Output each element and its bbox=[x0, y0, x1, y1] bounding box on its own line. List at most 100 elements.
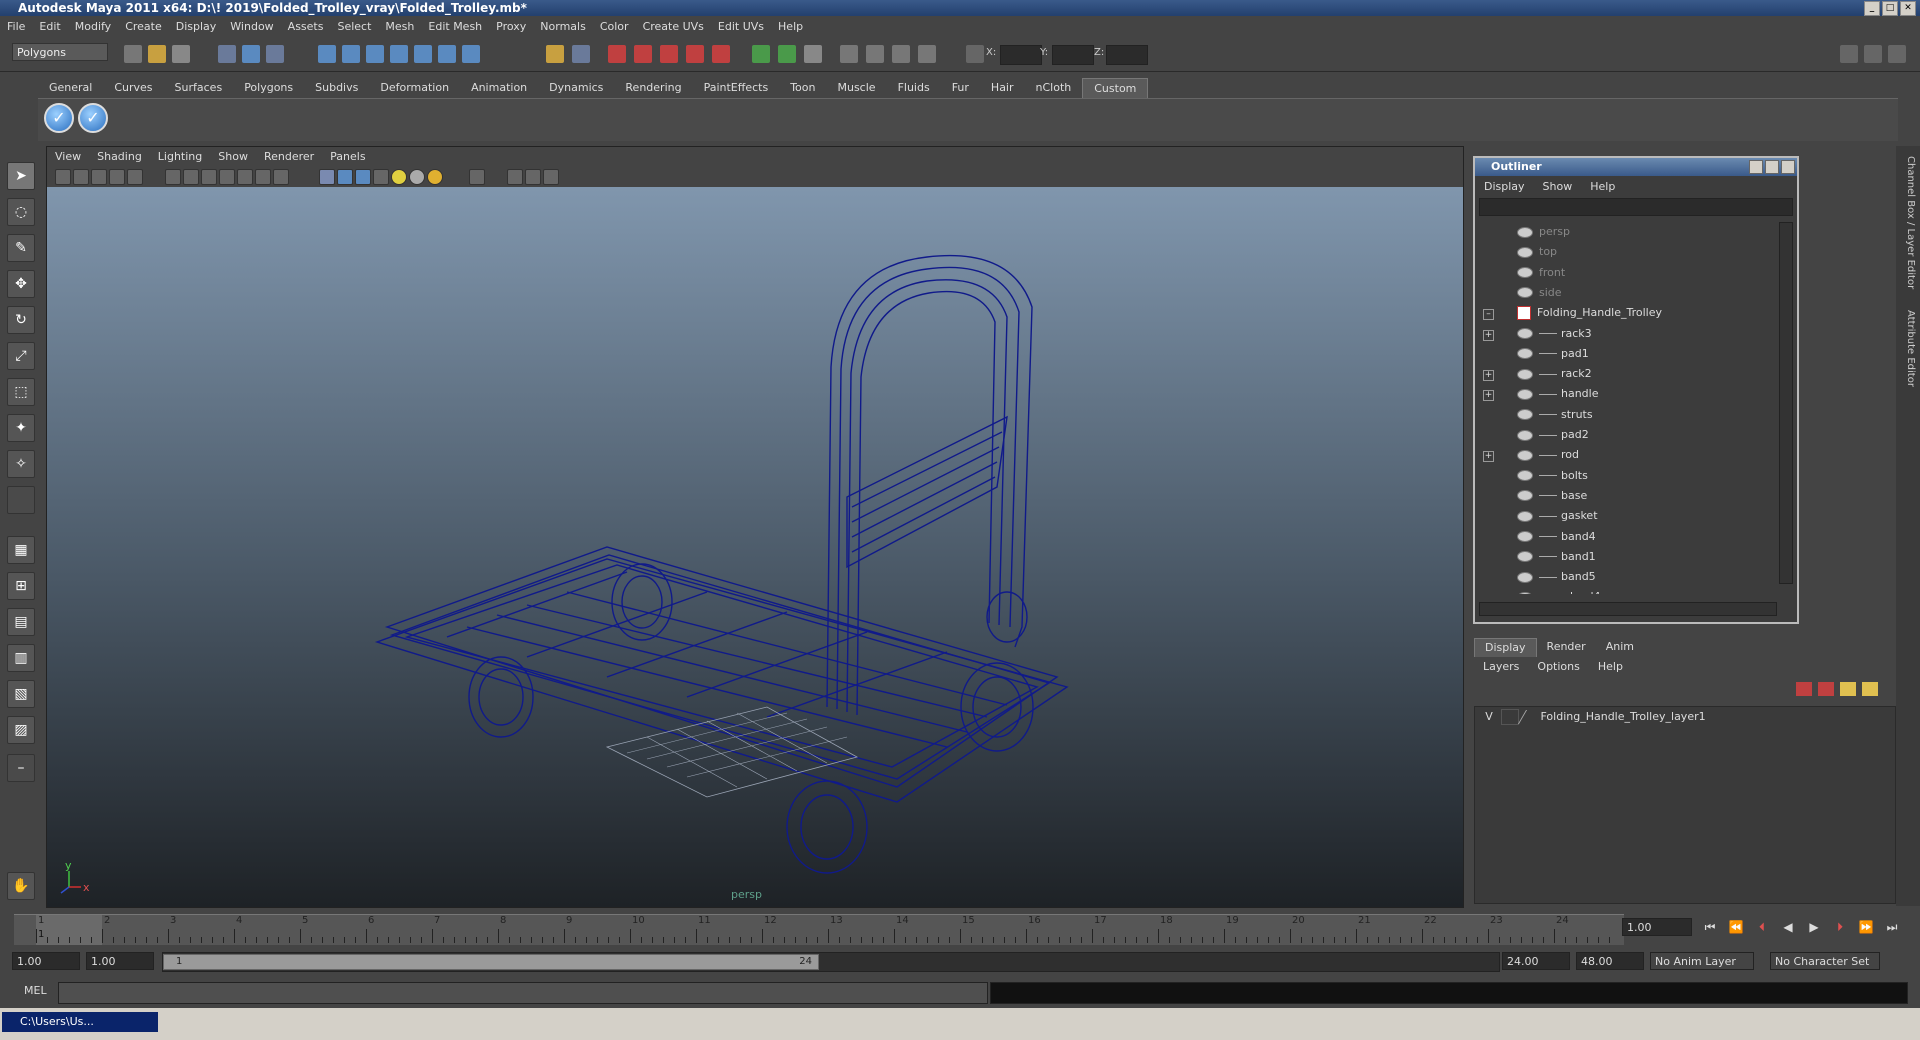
paint-brush-icon[interactable]: ✋ bbox=[7, 872, 35, 900]
z-field[interactable] bbox=[1106, 45, 1148, 65]
maximize-button[interactable]: □ bbox=[1882, 1, 1898, 16]
shelf-tab-custom[interactable]: Custom bbox=[1082, 78, 1149, 98]
dope-sheet-icon[interactable] bbox=[866, 45, 884, 63]
field-chart-icon[interactable] bbox=[219, 169, 235, 185]
play-backward-icon[interactable]: ◀ bbox=[1778, 918, 1798, 936]
hypergraph-icon[interactable] bbox=[892, 45, 910, 63]
shelf-tab-dynamics[interactable]: Dynamics bbox=[538, 78, 614, 98]
outliner-filter-input[interactable] bbox=[1479, 198, 1793, 216]
graph-editor-icon[interactable] bbox=[840, 45, 858, 63]
tab-render-layers[interactable]: Render bbox=[1537, 638, 1596, 657]
collapse-toggle[interactable]: – bbox=[1483, 309, 1494, 321]
xray-joints-icon[interactable] bbox=[525, 169, 541, 185]
shelf-tab-ncloth[interactable]: nCloth bbox=[1025, 78, 1083, 98]
layout-outliner-icon[interactable] bbox=[804, 45, 822, 63]
outliner-item-bolts[interactable]: bolts bbox=[1517, 466, 1588, 486]
outliner-close-button[interactable] bbox=[1781, 160, 1795, 174]
render-settings-icon[interactable] bbox=[660, 45, 678, 63]
scale-tool-icon[interactable]: ⤢ bbox=[7, 342, 35, 370]
outliner-item-band5[interactable]: band5 bbox=[1517, 567, 1596, 587]
menu-help[interactable]: Help bbox=[771, 20, 810, 33]
shelf-tab-surfaces[interactable]: Surfaces bbox=[164, 78, 234, 98]
safe-action-icon[interactable] bbox=[237, 169, 253, 185]
shelf-tab-animation[interactable]: Animation bbox=[460, 78, 538, 98]
select-component-icon[interactable] bbox=[266, 45, 284, 63]
gate-mask-icon[interactable] bbox=[201, 169, 217, 185]
custom-shelf-check-icon[interactable]: ✓ bbox=[44, 103, 74, 133]
outliner-item-struts[interactable]: struts bbox=[1517, 405, 1593, 425]
lock-icon[interactable] bbox=[546, 45, 564, 63]
menu-edit-mesh[interactable]: Edit Mesh bbox=[421, 20, 489, 33]
paint-select-icon[interactable]: ✎ bbox=[7, 234, 35, 262]
menu-set-select[interactable]: Polygons bbox=[12, 43, 108, 61]
viewport-menu-panels[interactable]: Panels bbox=[322, 150, 373, 163]
shelf-tab-hair[interactable]: Hair bbox=[980, 78, 1025, 98]
transform-mode-icon[interactable] bbox=[966, 45, 984, 63]
layout-four-pane-icon[interactable]: ⊞ bbox=[7, 572, 35, 600]
viewport-menu-lighting[interactable]: Lighting bbox=[150, 150, 210, 163]
start-time-field[interactable]: 1.00 bbox=[12, 952, 80, 970]
select-hierarchy-icon[interactable] bbox=[218, 45, 236, 63]
menu-edit-uvs[interactable]: Edit UVs bbox=[711, 20, 771, 33]
menu-display[interactable]: Display bbox=[169, 20, 224, 33]
outliner-item-rack3[interactable]: rack3 bbox=[1517, 324, 1592, 344]
outliner-item-top[interactable]: top bbox=[1517, 242, 1557, 262]
smooth-shade-icon[interactable] bbox=[337, 169, 353, 185]
new-layer-selected-icon[interactable] bbox=[1818, 682, 1834, 696]
outliner-menu-help[interactable]: Help bbox=[1581, 180, 1624, 193]
wireframe-icon[interactable] bbox=[319, 169, 335, 185]
shelf-tab-rendering[interactable]: Rendering bbox=[614, 78, 692, 98]
viewport-menu-shading[interactable]: Shading bbox=[89, 150, 150, 163]
menu-color[interactable]: Color bbox=[593, 20, 636, 33]
go-to-start-icon[interactable]: ⏮ bbox=[1700, 918, 1720, 936]
minimize-button[interactable]: _ bbox=[1864, 1, 1880, 16]
outliner-item-root[interactable]: Folding_Handle_Trolley bbox=[1517, 303, 1662, 323]
layer-row[interactable]: V Folding_Handle_Trolley_layer1 bbox=[1481, 707, 1706, 727]
tab-display-layers[interactable]: Display bbox=[1474, 638, 1537, 657]
make-live-icon[interactable] bbox=[414, 45, 432, 63]
safe-title-icon[interactable] bbox=[255, 169, 271, 185]
camera-attributes-icon[interactable] bbox=[73, 169, 89, 185]
select-tool-icon[interactable]: ➤ bbox=[7, 162, 35, 190]
shelf-tab-polygons[interactable]: Polygons bbox=[233, 78, 304, 98]
outliner-item-handle[interactable]: handle bbox=[1517, 384, 1599, 404]
tab-anim-layers[interactable]: Anim bbox=[1596, 638, 1644, 657]
bookmark-icon[interactable] bbox=[91, 169, 107, 185]
x-field[interactable] bbox=[1000, 45, 1042, 65]
outliner-horizontal-scrollbar[interactable] bbox=[1479, 602, 1777, 616]
image-plane-icon[interactable] bbox=[109, 169, 125, 185]
menu-create[interactable]: Create bbox=[118, 20, 169, 33]
isolate-select-icon[interactable] bbox=[469, 169, 485, 185]
step-forward-key-icon[interactable]: ⏵ bbox=[1830, 918, 1850, 936]
layer-visibility-toggle[interactable]: V bbox=[1481, 707, 1497, 727]
layer-move-down-icon[interactable] bbox=[1862, 682, 1878, 696]
outliner-item-rod[interactable]: rod bbox=[1517, 445, 1579, 465]
outliner-item-wheel4[interactable]: wheel4 bbox=[1517, 587, 1601, 594]
layer-menu-help[interactable]: Help bbox=[1589, 658, 1632, 676]
collapse-icon[interactable]: – bbox=[7, 754, 35, 782]
new-layer-empty-icon[interactable] bbox=[1796, 682, 1812, 696]
menu-create-uvs[interactable]: Create UVs bbox=[636, 20, 711, 33]
toggle-tool-settings-icon[interactable] bbox=[1864, 45, 1882, 63]
outliner-item-gasket[interactable]: gasket bbox=[1517, 506, 1598, 526]
go-to-end-icon[interactable]: ⏭ bbox=[1882, 918, 1902, 936]
select-object-icon[interactable] bbox=[242, 45, 260, 63]
manipulator-icon[interactable]: ⬚ bbox=[7, 378, 35, 406]
mel-label[interactable]: MEL bbox=[24, 984, 47, 997]
layer-move-up-icon[interactable] bbox=[1840, 682, 1856, 696]
playback-end-field[interactable]: 24.00 bbox=[1502, 952, 1570, 970]
layer-name[interactable]: Folding_Handle_Trolley_layer1 bbox=[1541, 710, 1706, 723]
outliner-item-side[interactable]: side bbox=[1517, 283, 1562, 303]
render-view-icon[interactable] bbox=[712, 45, 730, 63]
outliner-item-front[interactable]: front bbox=[1517, 263, 1565, 283]
outliner-maximize-button[interactable] bbox=[1765, 160, 1779, 174]
layer-color-swatch[interactable] bbox=[1517, 710, 1542, 724]
new-scene-icon[interactable] bbox=[124, 45, 142, 63]
layout-single-icon[interactable] bbox=[752, 45, 770, 63]
wire-on-shaded-icon[interactable] bbox=[355, 169, 371, 185]
command-input[interactable] bbox=[58, 982, 988, 1004]
layout-single-pane-icon[interactable]: ▦ bbox=[7, 536, 35, 564]
range-slider[interactable]: 1 24 bbox=[162, 952, 1500, 972]
step-forward-frame-icon[interactable]: ⏩ bbox=[1856, 918, 1876, 936]
menu-normals[interactable]: Normals bbox=[533, 20, 593, 33]
